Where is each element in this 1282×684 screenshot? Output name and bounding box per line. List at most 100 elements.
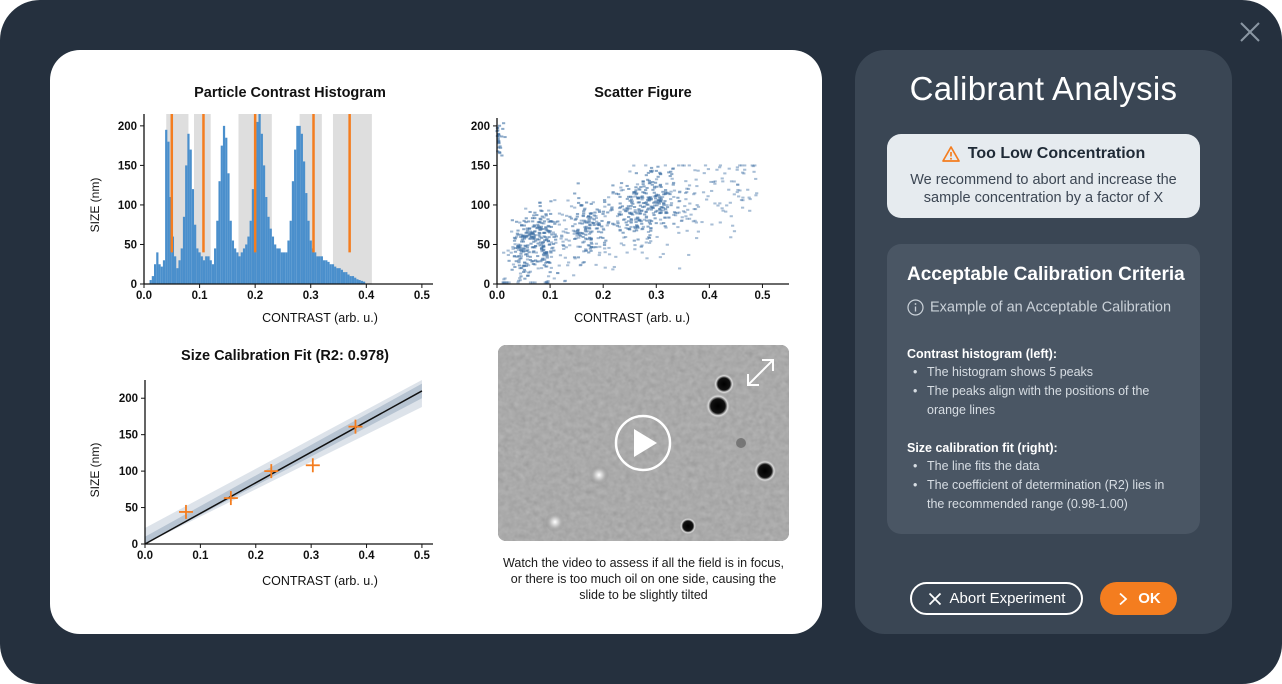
- scatter-point: [513, 243, 517, 246]
- y-tick-label: 100: [119, 466, 138, 478]
- scatter-point: [621, 231, 625, 234]
- scatter-point: [741, 199, 745, 202]
- x-tick-label: 0.5: [754, 290, 771, 302]
- scatter-point: [579, 219, 583, 222]
- focus-video[interactable]: [498, 345, 789, 541]
- scatter-point: [669, 198, 673, 201]
- x-tick-label: 0.4: [701, 290, 718, 302]
- scatter-point: [606, 222, 610, 225]
- histogram-bar: [242, 248, 246, 284]
- scatter-point: [573, 257, 577, 260]
- scatter-point: [592, 224, 596, 227]
- panel-title: Calibrant Analysis: [909, 70, 1178, 107]
- expand-icon[interactable]: [747, 359, 774, 386]
- scatter-point: [531, 220, 535, 223]
- scatter-point: [576, 182, 580, 185]
- histogram-bar: [198, 252, 201, 284]
- scatter-point: [584, 225, 589, 228]
- scatter-point: [653, 217, 657, 220]
- scatter-point: [629, 225, 633, 228]
- scatter-point: [573, 206, 577, 209]
- scatter-point: [635, 192, 639, 195]
- scatter-point: [528, 227, 532, 230]
- scatter-point: [528, 270, 533, 273]
- scatter-point: [740, 206, 745, 209]
- scatter-point: [517, 259, 521, 262]
- histogram-bar: [211, 264, 215, 284]
- scatter-point: [619, 186, 623, 189]
- scatter-point: [574, 237, 578, 240]
- histogram-bar: [236, 252, 239, 284]
- scatter-point: [518, 272, 523, 275]
- scatter-point: [573, 192, 577, 195]
- scatter-point: [754, 177, 758, 180]
- scatter-point: [521, 249, 525, 252]
- scatter-point: [554, 241, 558, 244]
- scatter-point: [507, 259, 511, 262]
- scatter-point: [651, 180, 655, 183]
- scatter-point: [632, 164, 636, 167]
- scatter-point: [667, 216, 671, 219]
- scatter-point: [557, 223, 561, 226]
- scatter-point: [701, 191, 706, 194]
- scatter-point: [518, 257, 522, 260]
- scatter-point: [540, 250, 544, 253]
- histogram-bar: [287, 240, 290, 284]
- scatter-point: [603, 251, 607, 254]
- scatter-point: [561, 240, 565, 243]
- play-icon[interactable]: [614, 414, 672, 472]
- x-tick-label: 0.3: [648, 290, 664, 302]
- scatter-point: [643, 213, 647, 216]
- example-link[interactable]: Example of an Acceptable Calibration: [907, 299, 1171, 316]
- scatter-point: [650, 183, 654, 186]
- scatter-point: [584, 227, 588, 230]
- scatter-point: [718, 221, 722, 224]
- scatter-point: [550, 233, 554, 236]
- scatter-point: [575, 212, 580, 215]
- scatter-point: [594, 217, 598, 220]
- scatter-point: [625, 197, 629, 200]
- scatter-point: [552, 277, 556, 280]
- scatter-point: [543, 262, 548, 265]
- scatter-point: [582, 250, 586, 253]
- scatter-point: [513, 250, 518, 253]
- histogram-bar: [251, 189, 255, 284]
- scatter-point: [601, 227, 606, 230]
- histogram-bar: [176, 268, 179, 284]
- scatter-point: [599, 231, 604, 234]
- scatter-point: [601, 212, 605, 215]
- scatter-point: [564, 228, 568, 231]
- scatter-point: [741, 171, 745, 174]
- scatter-point: [641, 180, 645, 183]
- scatter-point: [631, 202, 635, 205]
- scatter-point: [637, 201, 641, 204]
- histogram-bar: [289, 220, 292, 284]
- close-icon[interactable]: [1236, 18, 1264, 46]
- scatter-point: [540, 210, 544, 213]
- abort-experiment-button[interactable]: Abort Experiment: [910, 582, 1083, 615]
- scatter-point: [630, 195, 634, 198]
- scatter-point: [695, 204, 699, 207]
- scatter-point: [640, 209, 644, 212]
- section-heading-histogram: Contrast histogram (left):: [907, 347, 1057, 361]
- scatter-point: [627, 220, 631, 223]
- scatter-point: [502, 251, 506, 254]
- scatter-point: [616, 222, 620, 225]
- scatter-point: [594, 242, 599, 245]
- histogram-bar: [218, 181, 221, 284]
- scatter-point: [644, 201, 648, 204]
- scatter-point: [633, 195, 637, 198]
- scatter-point: [628, 170, 632, 173]
- histogram-bar: [209, 260, 212, 284]
- scatter-point: [525, 253, 529, 256]
- scatter-point: [520, 238, 524, 241]
- scatter-point: [661, 252, 665, 255]
- scatter-point: [573, 218, 577, 221]
- scatter-point: [713, 182, 717, 185]
- histogram-bar: [318, 256, 321, 284]
- scatter-point: [741, 196, 745, 199]
- scatter-point: [573, 223, 577, 226]
- scatter-point: [565, 214, 569, 217]
- scatter-point: [687, 217, 692, 220]
- ok-button[interactable]: OK: [1100, 582, 1177, 615]
